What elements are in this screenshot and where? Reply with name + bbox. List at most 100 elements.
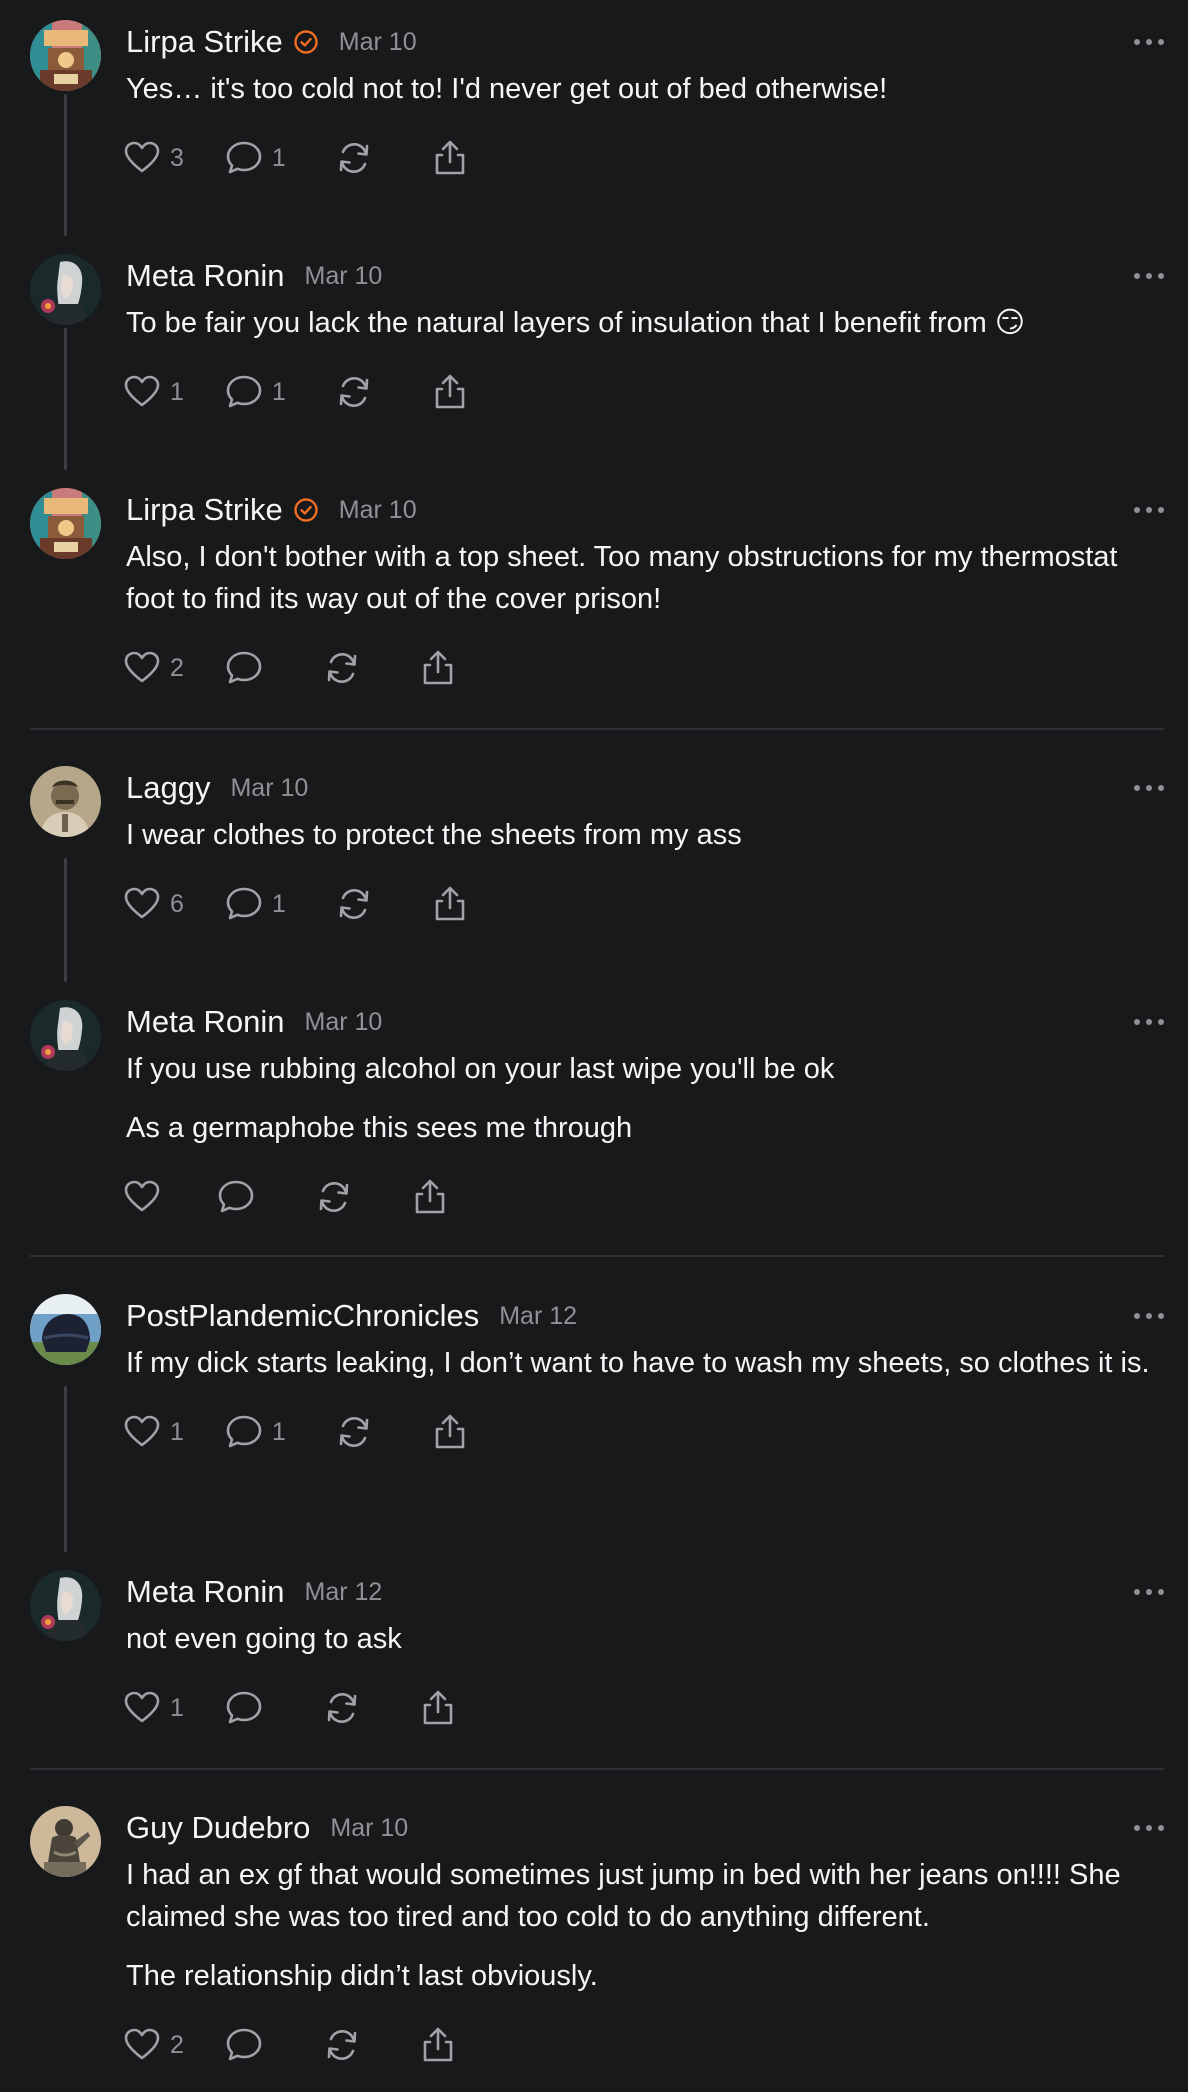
username[interactable]: Meta Ronin (126, 258, 285, 294)
share-button[interactable] (418, 648, 458, 688)
like-button[interactable]: 1 (122, 1688, 184, 1728)
reply-icon (224, 1688, 264, 1728)
post-text: I wear clothes to protect the sheets fro… (126, 819, 742, 851)
post-body: I wear clothes to protect the sheets fro… (126, 814, 1164, 856)
username[interactable]: Meta Ronin (126, 1004, 285, 1040)
like-button[interactable] (122, 1177, 162, 1217)
reply-button[interactable] (224, 648, 264, 688)
like-button[interactable]: 3 (122, 138, 184, 178)
share-button[interactable] (430, 1412, 470, 1452)
reply-post[interactable]: Meta Ronin Mar 10 If you use rubbing alcoh… (0, 1000, 1188, 1227)
repost-button[interactable] (322, 1688, 362, 1728)
share-button[interactable] (430, 372, 470, 412)
thread-divider (30, 1255, 1164, 1257)
share-button[interactable] (430, 884, 470, 924)
more-options-icon[interactable] (1134, 37, 1164, 47)
reply-button[interactable] (216, 1177, 256, 1217)
post-text: Also, I don't bother with a top sheet. T… (126, 541, 1118, 615)
post-body: Yes… it's too cold not to! I'd never get… (126, 68, 1164, 110)
post-date[interactable]: Mar 10 (330, 1814, 408, 1843)
avatar-lirpa-icon[interactable] (30, 488, 101, 559)
post-text: The relationship didn’t last obviously. (126, 1960, 598, 1992)
reply-post[interactable]: Laggy Mar 10 I wear clothes to protect the… (0, 766, 1188, 982)
share-icon (430, 138, 470, 178)
post-header: Lirpa Strike Mar 10 (126, 488, 1164, 532)
avatar-meta-ronin-icon[interactable] (30, 254, 101, 325)
reply-button[interactable] (224, 1688, 264, 1728)
more-options-icon[interactable] (1134, 1823, 1164, 1833)
like-button[interactable]: 1 (122, 1412, 184, 1452)
avatar-lirpa-icon[interactable] (30, 20, 101, 91)
reply-icon (216, 1177, 256, 1217)
repost-icon (334, 372, 374, 412)
reply-button[interactable] (224, 2025, 264, 2065)
reply-button[interactable]: 1 (224, 1412, 286, 1452)
reply-post[interactable]: Lirpa Strike Mar 10 Yes… it's too cold not… (0, 20, 1188, 236)
reply-post[interactable]: Meta Ronin Mar 10 To be fair you lack the … (0, 254, 1188, 470)
repost-button[interactable] (334, 1412, 374, 1452)
share-icon (430, 372, 470, 412)
username[interactable]: Lirpa Strike (126, 492, 283, 528)
reply-post[interactable]: Guy Dudebro Mar 10 I had an ex gf that wou… (0, 1806, 1188, 2075)
share-button[interactable] (410, 1177, 450, 1217)
reply-count: 1 (271, 143, 286, 172)
post-body: To be fair you lack the natural layers o… (126, 302, 1164, 344)
reply-post[interactable]: Lirpa Strike Mar 10 Also, I don't bother w… (0, 488, 1188, 698)
reply-icon (224, 884, 264, 924)
repost-button[interactable] (322, 2025, 362, 2065)
reply-icon (224, 138, 264, 178)
username[interactable]: Meta Ronin (126, 1574, 285, 1610)
repost-icon (334, 1412, 374, 1452)
reply-count: 1 (271, 377, 286, 406)
username[interactable]: PostPlandemicChronicles (126, 1298, 479, 1334)
like-button[interactable]: 2 (122, 2025, 184, 2065)
post-text: If my dick starts leaking, I don’t want … (126, 1347, 1150, 1379)
more-options-icon[interactable] (1134, 271, 1164, 281)
like-button[interactable]: 6 (122, 884, 184, 924)
repost-button[interactable] (322, 648, 362, 688)
reply-button[interactable]: 1 (224, 138, 286, 178)
post-date[interactable]: Mar 12 (499, 1302, 577, 1331)
reply-icon (224, 2025, 264, 2065)
repost-icon (334, 138, 374, 178)
more-options-icon[interactable] (1134, 1017, 1164, 1027)
avatar-guy-dudebro-icon[interactable] (30, 1806, 101, 1877)
repost-icon (314, 1177, 354, 1217)
more-options-icon[interactable] (1134, 505, 1164, 515)
reply-button[interactable]: 1 (224, 372, 286, 412)
more-options-icon[interactable] (1134, 1587, 1164, 1597)
repost-button[interactable] (334, 138, 374, 178)
reply-button[interactable]: 1 (224, 884, 286, 924)
post-date[interactable]: Mar 12 (305, 1578, 383, 1607)
avatar-laggy-icon[interactable] (30, 766, 101, 837)
thread-connector (64, 858, 67, 982)
repost-button[interactable] (334, 372, 374, 412)
post-date[interactable]: Mar 10 (305, 1008, 383, 1037)
avatar-meta-ronin-icon[interactable] (30, 1000, 101, 1071)
repost-button[interactable] (334, 884, 374, 924)
reply-post[interactable]: PostPlandemicChronicles Mar 12 If my dick … (0, 1294, 1188, 1552)
action-bar: 1 (122, 1678, 1164, 1738)
avatar-meta-ronin-icon[interactable] (30, 1570, 101, 1641)
like-icon (122, 884, 162, 924)
more-options-icon[interactable] (1134, 1311, 1164, 1321)
post-date[interactable]: Mar 10 (339, 496, 417, 525)
avatar-postplandemic-icon[interactable] (30, 1294, 101, 1365)
post-date[interactable]: Mar 10 (230, 774, 308, 803)
thread-connector (64, 328, 67, 470)
share-button[interactable] (418, 2025, 458, 2065)
repost-icon (322, 1688, 362, 1728)
username[interactable]: Laggy (126, 770, 210, 806)
like-button[interactable]: 1 (122, 372, 184, 412)
share-button[interactable] (430, 138, 470, 178)
reply-post[interactable]: Meta Ronin Mar 12 not even going to ask 1 (0, 1570, 1188, 1738)
share-button[interactable] (418, 1688, 458, 1728)
post-date[interactable]: Mar 10 (305, 262, 383, 291)
username[interactable]: Guy Dudebro (126, 1810, 310, 1846)
repost-button[interactable] (314, 1177, 354, 1217)
post-date[interactable]: Mar 10 (339, 28, 417, 57)
like-button[interactable]: 2 (122, 648, 184, 688)
username[interactable]: Lirpa Strike (126, 24, 283, 60)
more-options-icon[interactable] (1134, 783, 1164, 793)
thread-connector (64, 1386, 67, 1552)
